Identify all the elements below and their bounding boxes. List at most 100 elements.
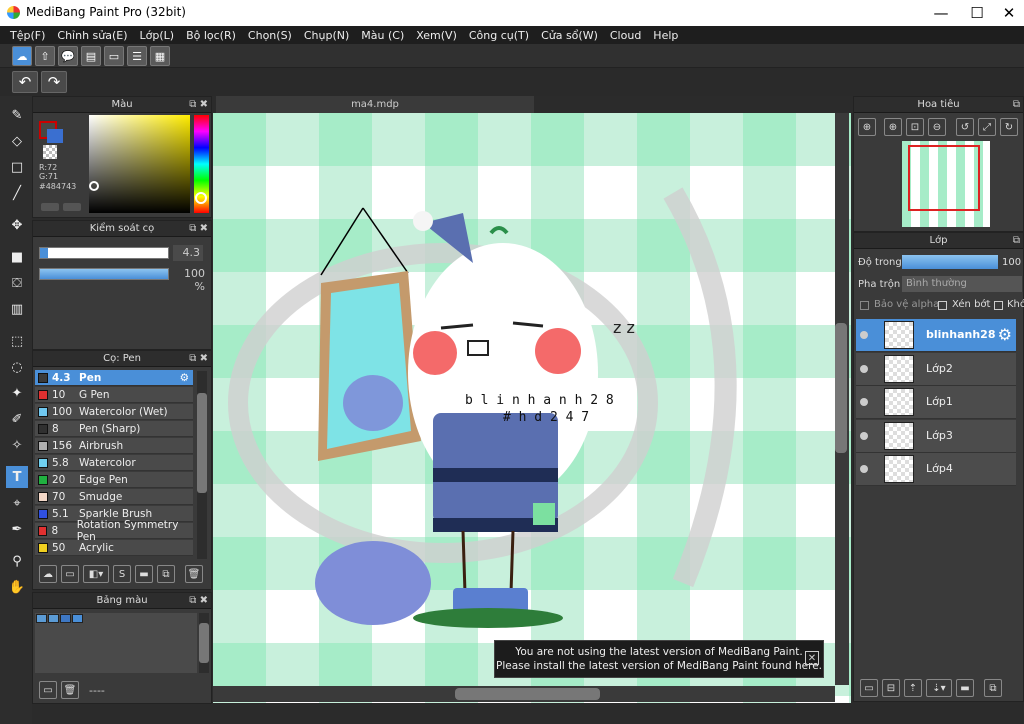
brush-item[interactable]: 8 Rotation Symmetry Pen bbox=[35, 519, 193, 543]
brush-item[interactable]: 100 Watercolor (Wet) bbox=[35, 404, 193, 420]
new-layer-icon[interactable]: ▭ bbox=[860, 679, 878, 697]
rotate-left-icon[interactable]: ↺ bbox=[956, 118, 974, 136]
actual-size-icon[interactable]: ⤢ bbox=[978, 118, 996, 136]
layer-add-dropdown-icon[interactable]: ⇣▾ bbox=[926, 679, 952, 697]
duplicate-brush-icon[interactable]: ⧉ bbox=[157, 565, 175, 583]
brush-folder-icon[interactable]: ▬ bbox=[135, 565, 153, 583]
hand-tool-icon[interactable]: ✋ bbox=[6, 576, 28, 598]
eyedropper-icon[interactable]: ⚲ bbox=[6, 550, 28, 572]
rotate-right-icon[interactable]: ↻ bbox=[1000, 118, 1018, 136]
new-halftone-layer-icon[interactable]: ⊟ bbox=[882, 679, 900, 697]
operation-tool-icon[interactable]: ⌖ bbox=[6, 492, 28, 514]
hue-slider-handle[interactable] bbox=[195, 192, 207, 204]
zoom-plus-icon[interactable]: ⊕ bbox=[884, 118, 902, 136]
menu-view[interactable]: Xem(V) bbox=[410, 29, 463, 42]
delete-palette-icon[interactable]: 🗑 bbox=[61, 681, 79, 699]
palette-swatch[interactable] bbox=[48, 614, 59, 623]
brush-item[interactable]: 70 Smudge bbox=[35, 489, 193, 505]
document-tab[interactable]: ma4.mdp bbox=[216, 96, 534, 113]
background-color-swatch[interactable] bbox=[47, 129, 63, 143]
palette-swatch[interactable] bbox=[60, 614, 71, 623]
layer-row[interactable]: Lớp4 bbox=[856, 453, 1016, 486]
blend-mode-select[interactable]: Bình thường bbox=[902, 276, 1022, 292]
bucket-tool-icon[interactable]: ⛋ bbox=[6, 272, 28, 294]
brush-item[interactable]: 50 Acrylic bbox=[35, 540, 193, 556]
undo-icon[interactable]: ↶ bbox=[12, 71, 38, 93]
select-pen-icon[interactable]: ✐ bbox=[6, 408, 28, 430]
brush-size-value[interactable]: 4.3 bbox=[173, 245, 203, 261]
menu-filter[interactable]: Bộ lọc(R) bbox=[180, 29, 242, 42]
clipping-checkbox[interactable] bbox=[938, 301, 947, 310]
brush-settings-icon[interactable]: S bbox=[113, 565, 131, 583]
eraser-tool-icon[interactable]: ◇ bbox=[6, 130, 28, 152]
menu-select[interactable]: Chọn(S) bbox=[242, 29, 298, 42]
layer-settings-gear-icon[interactable]: ⚙ bbox=[998, 325, 1012, 344]
transparent-swatch[interactable] bbox=[43, 145, 57, 159]
new-palette-icon[interactable]: ▭ bbox=[39, 681, 57, 699]
brush-item[interactable]: 5.8 Watercolor bbox=[35, 455, 193, 471]
layer-visibility-icon[interactable] bbox=[860, 331, 868, 339]
magic-wand-icon[interactable]: ✦ bbox=[6, 382, 28, 404]
color-add-button[interactable] bbox=[41, 203, 59, 211]
canvas-vertical-scrollbar[interactable] bbox=[835, 113, 849, 685]
menu-snap[interactable]: Chụp(N) bbox=[298, 29, 355, 42]
drawing-canvas[interactable]: z z b l i n h a n h 2 8 # h d 2 4 7 bbox=[213, 113, 851, 703]
document-icon[interactable]: ▭ bbox=[104, 46, 124, 66]
dot-tool-icon[interactable]: □ bbox=[6, 156, 28, 178]
menu-file[interactable]: Tệp(F) bbox=[0, 29, 51, 42]
color-picker-handle[interactable] bbox=[89, 181, 99, 191]
menu-help[interactable]: Help bbox=[647, 29, 684, 42]
text-tool-icon[interactable]: T bbox=[6, 466, 28, 488]
canvas-horizontal-scrollbar[interactable] bbox=[213, 686, 835, 702]
menu-window[interactable]: Cửa sổ(W) bbox=[535, 29, 604, 42]
gradient-tool-icon[interactable]: ▥ bbox=[6, 298, 28, 320]
layer-row[interactable]: Lớp2 bbox=[856, 352, 1016, 386]
brush-item[interactable]: 4.3 Pen ⚙ bbox=[35, 370, 193, 386]
layer-opacity-slider[interactable] bbox=[902, 255, 998, 269]
line-tool-icon[interactable]: ╱ bbox=[6, 182, 28, 204]
layer-row[interactable]: Lớp1 bbox=[856, 386, 1016, 419]
zoom-out-icon[interactable]: ⊖ bbox=[928, 118, 946, 136]
palette-swatch[interactable] bbox=[72, 614, 83, 623]
menu-cloud[interactable]: Cloud bbox=[604, 29, 647, 42]
palette-swatch[interactable] bbox=[36, 614, 47, 623]
comment-icon[interactable]: 💬 bbox=[58, 46, 78, 66]
brush-item[interactable]: 156 Airbrush bbox=[35, 438, 193, 454]
brush-list-scrollbar[interactable] bbox=[197, 371, 207, 559]
layer-up-icon[interactable]: ⇡ bbox=[904, 679, 922, 697]
brush-item[interactable]: 20 Edge Pen bbox=[35, 472, 193, 488]
divide-tool-icon[interactable]: ✒ bbox=[6, 518, 28, 540]
brush-item[interactable]: 8 Pen (Sharp) bbox=[35, 421, 193, 437]
menu-tools[interactable]: Công cụ(T) bbox=[463, 29, 535, 42]
layer-row[interactable]: blinhanh28 ⚙ bbox=[856, 319, 1016, 352]
brush-tool-icon[interactable]: ✎ bbox=[6, 104, 28, 126]
menu-color[interactable]: Màu (C) bbox=[355, 29, 410, 42]
list-icon[interactable]: ☰ bbox=[127, 46, 147, 66]
grid-icon[interactable]: ▦ bbox=[150, 46, 170, 66]
protect-alpha-checkbox[interactable] bbox=[860, 301, 869, 310]
fill-rect-tool-icon[interactable]: ■ bbox=[6, 246, 28, 268]
layer-row[interactable]: Lớp3 bbox=[856, 419, 1016, 453]
navigator-thumbnail[interactable] bbox=[902, 141, 990, 227]
cloud-save-icon[interactable]: ☁ bbox=[12, 46, 32, 66]
menu-edit[interactable]: Chỉnh sửa(E) bbox=[51, 29, 133, 42]
brush-opacity-slider[interactable] bbox=[39, 268, 169, 280]
share-icon[interactable]: ⇧ bbox=[35, 46, 55, 66]
saturation-value-picker[interactable] bbox=[89, 115, 190, 213]
menu-layer[interactable]: Lớp(L) bbox=[134, 29, 181, 42]
layer-visibility-icon[interactable] bbox=[860, 465, 868, 473]
layer-visibility-icon[interactable] bbox=[860, 431, 868, 440]
chat-icon[interactable]: ▤ bbox=[81, 46, 101, 66]
delete-brush-icon[interactable]: 🗑 bbox=[185, 565, 203, 583]
move-tool-icon[interactable]: ✥ bbox=[6, 214, 28, 236]
duplicate-layer-icon[interactable]: ⧉ bbox=[984, 679, 1002, 697]
new-brush-icon[interactable]: ▭ bbox=[61, 565, 79, 583]
palette-scrollbar[interactable] bbox=[199, 613, 209, 673]
layer-visibility-icon[interactable] bbox=[860, 398, 868, 406]
redo-icon[interactable]: ↷ bbox=[41, 71, 67, 93]
layer-visibility-icon[interactable] bbox=[860, 364, 868, 373]
color-remove-button[interactable] bbox=[63, 203, 81, 211]
lock-checkbox[interactable] bbox=[994, 301, 1003, 310]
close-notification-icon[interactable]: ✕ bbox=[805, 651, 819, 665]
select-tool-icon[interactable]: ⬚ bbox=[6, 330, 28, 352]
